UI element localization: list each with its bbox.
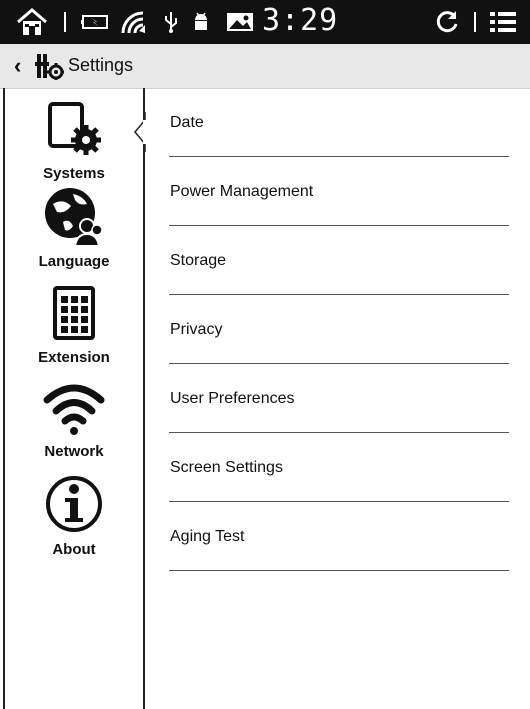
sidebar-item-label: Network	[44, 443, 104, 460]
wifi-icon	[5, 380, 143, 443]
status-separator	[64, 12, 66, 32]
sidebar-item-network[interactable]: Network	[5, 380, 143, 460]
list-item-label: Screen Settings	[170, 459, 283, 476]
list-item-aging-test[interactable]: Aging Test	[169, 502, 509, 571]
list-item-label: Date	[170, 114, 204, 131]
sidebar-item-label: Extension	[38, 349, 110, 366]
settings-tools-icon	[34, 52, 65, 85]
page-title: Settings	[68, 55, 134, 75]
android-icon	[188, 6, 214, 38]
list-item-screen-settings[interactable]: Screen Settings	[169, 433, 509, 502]
status-bar: 3:29	[0, 0, 530, 44]
list-item-label: Storage	[170, 252, 227, 269]
home-icon[interactable]	[14, 6, 50, 38]
list-item-label: Aging Test	[170, 528, 245, 545]
list-item-power-management[interactable]: Power Management	[169, 157, 509, 226]
usb-icon	[160, 6, 182, 38]
list-item-label: Power Management	[170, 183, 314, 200]
status-clock: 3:29	[262, 3, 339, 38]
settings-list: Date Power Management Storage Privacy Us…	[145, 88, 530, 709]
wifi-signal-icon	[118, 6, 148, 38]
battery-icon	[78, 6, 114, 38]
extension-grid-icon	[5, 284, 143, 349]
sidebar-item-systems[interactable]: Systems	[5, 100, 143, 182]
list-item-user-preferences[interactable]: User Preferences	[169, 364, 509, 433]
sidebar-item-extension[interactable]: Extension	[5, 284, 143, 366]
status-separator	[474, 12, 476, 32]
sidebar: Systems Language Extension Network About	[5, 88, 143, 709]
info-icon	[5, 472, 143, 541]
image-icon	[222, 6, 260, 38]
list-item-privacy[interactable]: Privacy	[169, 295, 509, 364]
sidebar-item-label: Systems	[43, 165, 105, 182]
refresh-icon[interactable]	[432, 6, 462, 38]
list-item-label: Privacy	[170, 321, 223, 338]
sidebar-item-label: Language	[38, 253, 110, 270]
list-item-storage[interactable]: Storage	[169, 226, 509, 295]
language-globe-icon	[5, 186, 143, 253]
sidebar-item-language[interactable]: Language	[5, 186, 143, 270]
sidebar-item-label: About	[52, 541, 96, 558]
list-item-label: User Preferences	[170, 390, 295, 407]
list-item-date[interactable]: Date	[169, 88, 509, 157]
system-settings-icon	[5, 100, 143, 165]
title-bar: ‹ Settings	[0, 44, 530, 89]
menu-list-icon[interactable]	[486, 6, 520, 38]
list-divider	[169, 570, 509, 571]
sidebar-item-about[interactable]: About	[5, 472, 143, 558]
back-button[interactable]: ‹	[14, 54, 21, 78]
